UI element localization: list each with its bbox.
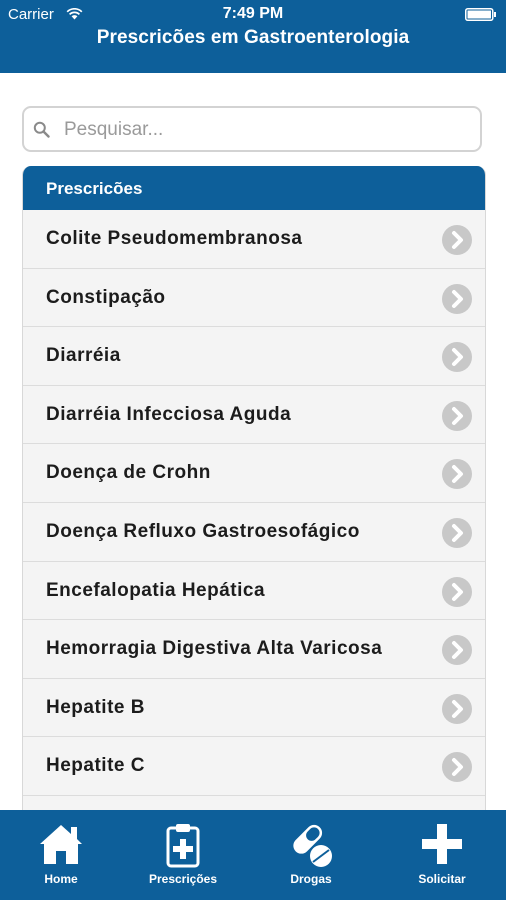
clipboard-icon: [166, 824, 200, 868]
list-item[interactable]: Doença de Crohn: [23, 444, 485, 503]
pills-icon: [293, 824, 332, 867]
chevron-right-icon: [442, 459, 472, 490]
list-item-label: Hepatite C: [46, 755, 145, 777]
chevron-right-icon: [442, 400, 472, 431]
list-item-label: Diarréia Infecciosa Aguda: [46, 403, 292, 425]
tab-home[interactable]: Home: [0, 810, 122, 900]
list-item[interactable]: Encefalopatia Hepática: [23, 561, 485, 621]
search-icon: [33, 121, 50, 138]
page-title: Prescricões em Gastroenterologia: [96, 27, 410, 48]
battery-icon: [465, 8, 496, 21]
list-rows: Colite Pseudomembranosa Constipação Diarré…: [23, 210, 485, 796]
list-item-label: Diarréia: [46, 345, 121, 367]
status-time: 7:49 PM: [222, 5, 284, 22]
home-icon: [40, 825, 82, 864]
list-item-label: Encefalopatia Hepática: [46, 579, 266, 601]
chevron-right-icon: [442, 693, 472, 724]
list-item[interactable]: Colite Pseudomembranosa: [23, 210, 485, 269]
tab-label-solicitar: Solicitar: [418, 872, 466, 886]
list-item[interactable]: Diarréia Infecciosa Aguda: [23, 385, 485, 445]
chevron-right-icon: [442, 576, 472, 607]
list-item-label: Constipação: [46, 286, 166, 308]
chevron-right-icon: [442, 635, 472, 666]
list-item[interactable]: Hepatite B: [23, 678, 485, 738]
list-item-label: Colite Pseudomembranosa: [46, 228, 303, 249]
list-item[interactable]: Doença Refluxo Gastroesofágico: [23, 502, 485, 562]
tab-label-home: Home: [44, 872, 78, 886]
list-item-label: Doença de Crohn: [46, 462, 211, 484]
search-field[interactable]: [22, 106, 482, 152]
chevron-right-icon: [442, 752, 472, 783]
list-item-label: Hemorragia Digestiva Alta Varicosa: [46, 638, 383, 660]
navigation-bar: Carrier 7:49 PM Prescricões em Gastroent…: [0, 0, 506, 73]
chevron-right-icon: [442, 225, 472, 255]
status-bar: Carrier 7:49 PM: [0, 0, 506, 28]
section-header: Prescricões: [23, 166, 485, 210]
chevron-right-icon: [442, 283, 472, 314]
list-item-label: Doença Refluxo Gastroesofágico: [46, 520, 360, 542]
list-item-label: Hepatite B: [46, 696, 145, 718]
prescriptions-list: Prescricões Colite Pseudomembranosa Const…: [22, 166, 486, 826]
list-item[interactable]: Hepatite C: [23, 737, 485, 796]
list-item[interactable]: Diarréia: [23, 327, 485, 386]
chevron-right-icon: [442, 517, 472, 548]
tab-label-drogas: Drogas: [290, 872, 332, 886]
tab-drogas[interactable]: Drogas: [244, 810, 378, 900]
list-item[interactable]: Hemorragia Digestiva Alta Varicosa: [23, 620, 485, 679]
plus-icon: [422, 824, 462, 864]
tab-label-prescricoes: Prescrições: [148, 872, 218, 886]
chevron-right-icon: [442, 342, 472, 373]
tab-bar: Home Prescrições Drogas Solicitar: [0, 810, 506, 900]
list-item[interactable]: Constipação: [23, 268, 485, 328]
tab-prescricoes[interactable]: Prescrições: [122, 810, 244, 900]
tab-solicitar[interactable]: Solicitar: [378, 810, 506, 900]
search-input[interactable]: [62, 114, 466, 146]
